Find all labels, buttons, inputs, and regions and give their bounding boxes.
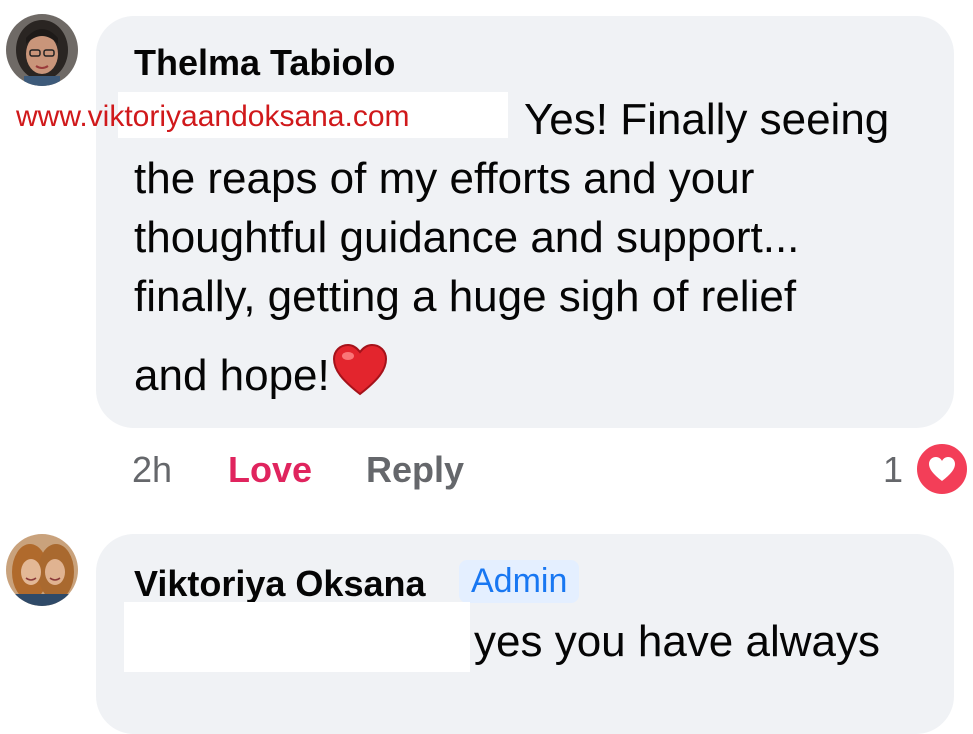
comment-line: thoughtful guidance and support... [134, 213, 800, 262]
watermark: www.viktoriyaandoksana.com [16, 100, 410, 133]
comment-line: yes you have always [474, 617, 880, 666]
reply-button[interactable]: Reply [366, 449, 464, 491]
love-button[interactable]: Love [228, 449, 312, 491]
reaction-heart-icon[interactable] [913, 440, 971, 498]
comment-line: the reaps of my efforts and your [134, 154, 755, 203]
red-heart-icon [332, 343, 388, 411]
comment-author[interactable]: Viktoriya Oksana [134, 563, 426, 605]
redaction-block [124, 602, 470, 672]
avatar[interactable] [6, 14, 78, 86]
admin-badge: Admin [459, 560, 580, 603]
avatar[interactable] [6, 534, 78, 606]
comment-line-last: and hope! [134, 343, 934, 411]
comment-line: and hope! [134, 351, 330, 400]
comment-author[interactable]: Thelma Tabiolo [134, 42, 395, 84]
comment-line: finally, getting a huge sigh of relief [134, 272, 797, 321]
comment-timestamp[interactable]: 2h [132, 449, 172, 491]
reaction-count[interactable]: 1 [883, 449, 903, 491]
comment-text: Yes! Finally seeing the reaps of my effo… [134, 90, 934, 411]
